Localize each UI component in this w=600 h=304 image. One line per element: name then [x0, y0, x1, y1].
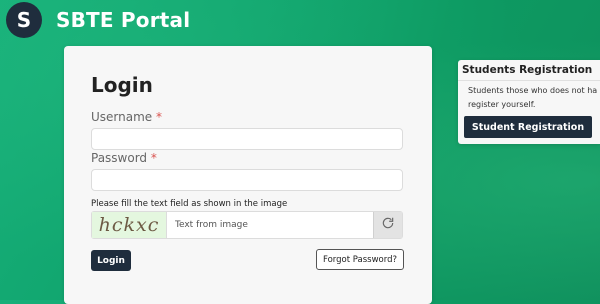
password-label-text: Password	[91, 151, 148, 165]
portal-title: SBTE Portal	[56, 8, 191, 32]
registration-card: Students Registration Students those who…	[458, 60, 600, 144]
login-card: Login Username * Password * Please fill …	[64, 46, 432, 304]
refresh-icon	[381, 216, 395, 234]
required-mark: *	[156, 110, 162, 124]
captcha-image: hckxc	[92, 212, 167, 238]
username-label-text: Username	[91, 110, 153, 124]
refresh-captcha-button[interactable]	[373, 212, 402, 238]
login-button[interactable]: Login	[91, 250, 131, 271]
username-label: Username *	[91, 110, 162, 124]
username-input[interactable]	[91, 128, 403, 150]
student-registration-button[interactable]: Student Registration	[464, 116, 592, 138]
forgot-password-button[interactable]: Forgot Password?	[316, 249, 404, 270]
portal-logo[interactable]: S	[6, 2, 42, 38]
captcha-input[interactable]	[167, 212, 373, 238]
password-label: Password *	[91, 151, 157, 165]
password-input[interactable]	[91, 169, 403, 191]
registration-description: Students those who does not ha register …	[468, 86, 598, 109]
required-mark: *	[150, 151, 157, 165]
captcha-instruction: Please fill the text field as shown in t…	[91, 199, 288, 209]
header: S SBTE Portal	[6, 2, 190, 38]
registration-heading: Students Registration	[462, 64, 593, 76]
divider	[458, 80, 600, 81]
login-heading: Login	[91, 73, 153, 97]
captcha-group: hckxc	[91, 211, 403, 239]
